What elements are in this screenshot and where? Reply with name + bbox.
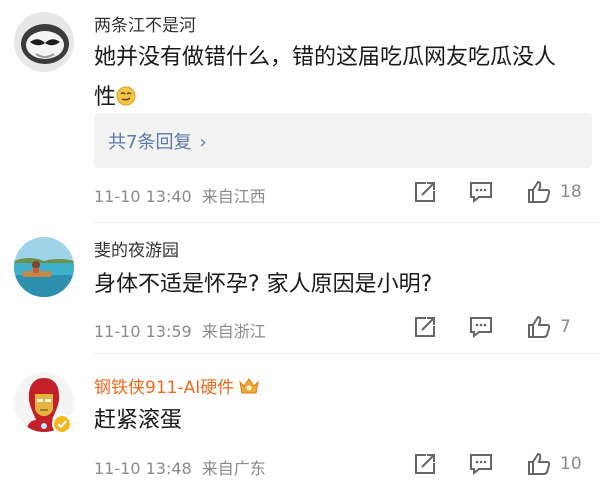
comment-item: 斐的夜游园 身体不适是怀孕? 家人原因是小明? 11-10 13:59 来自浙江 … <box>0 227 600 352</box>
comment-icon <box>470 317 492 339</box>
repost-button[interactable] <box>412 451 438 477</box>
comment-actions: 7 <box>400 312 600 342</box>
comment-item: 钢铁侠911-AI硬件 赶紧滚蛋 11-10 13:48 来自广东 10 <box>0 358 600 486</box>
vip-crown-icon <box>239 378 260 394</box>
comment-button[interactable] <box>468 314 494 340</box>
beach-avatar-image <box>14 237 74 297</box>
comment-icon <box>470 182 492 204</box>
repost-icon <box>415 454 435 474</box>
comment-text-line: 身体不适是怀孕? 家人原因是小明? <box>94 272 433 297</box>
avatar[interactable] <box>14 237 74 297</box>
comment-text: 身体不适是怀孕? 家人原因是小明? <box>94 265 584 305</box>
location: 来自江西 <box>201 187 266 206</box>
comment-actions: 18 <box>400 177 600 207</box>
username[interactable]: 两条江不是河 <box>94 11 196 36</box>
username[interactable]: 钢铁侠911-AI硬件 <box>94 373 260 398</box>
divider <box>94 353 600 354</box>
like-count: 10 <box>560 454 582 474</box>
comment-text: 赶紧滚蛋 <box>94 401 584 441</box>
comment-meta: 11-10 13:59 来自浙江 <box>94 318 266 342</box>
comment-text-line: 她并没有做错什么，错的这届吃瓜网友吃瓜没人 <box>94 45 557 70</box>
view-replies-link[interactable]: 共7条回复 › <box>108 128 207 154</box>
divider <box>94 222 600 223</box>
username[interactable]: 斐的夜游园 <box>94 236 179 261</box>
like-button[interactable]: 18 <box>526 179 582 205</box>
like-icon <box>528 315 551 338</box>
smirk-emoji-icon <box>116 86 136 106</box>
like-button[interactable]: 7 <box>526 314 571 340</box>
repost-icon <box>415 182 435 202</box>
comment-actions: 10 <box>400 449 600 479</box>
repost-icon <box>415 317 435 337</box>
username-text: 钢铁侠911-AI硬件 <box>94 378 235 398</box>
chevron-right-icon: › <box>199 132 207 153</box>
avatar[interactable] <box>14 12 74 72</box>
comment-button[interactable] <box>468 451 494 477</box>
comment-text-line-2: 性 <box>94 78 584 118</box>
timestamp: 11-10 13:48 <box>94 459 192 478</box>
comment-meta: 11-10 13:40 来自江西 <box>94 183 266 207</box>
like-icon <box>528 452 551 475</box>
replies-label: 共7条回复 <box>108 132 192 153</box>
location: 来自浙江 <box>201 322 266 341</box>
location: 来自广东 <box>201 459 266 478</box>
like-button[interactable]: 10 <box>526 451 582 477</box>
repost-button[interactable] <box>412 314 438 340</box>
like-count: 18 <box>560 182 582 202</box>
replies-box[interactable]: 共7条回复 › <box>94 113 592 168</box>
repost-button[interactable] <box>412 179 438 205</box>
comment-text: 她并没有做错什么，错的这届吃瓜网友吃瓜没人 性 <box>94 38 584 118</box>
timestamp: 11-10 13:59 <box>94 322 192 341</box>
verified-badge-icon <box>52 414 72 434</box>
like-icon <box>528 180 551 203</box>
comment-icon <box>470 454 492 476</box>
mask-avatar-image <box>14 12 74 72</box>
comment-text-tail: 性 <box>94 85 117 110</box>
like-count: 7 <box>560 317 571 337</box>
timestamp: 11-10 13:40 <box>94 187 192 206</box>
comment-text-line: 赶紧滚蛋 <box>94 408 183 433</box>
comment-button[interactable] <box>468 179 494 205</box>
comment-item: 两条江不是河 她并没有做错什么，错的这届吃瓜网友吃瓜没人 性 共7条回复 › 11… <box>0 0 600 215</box>
comment-meta: 11-10 13:48 来自广东 <box>94 455 266 479</box>
